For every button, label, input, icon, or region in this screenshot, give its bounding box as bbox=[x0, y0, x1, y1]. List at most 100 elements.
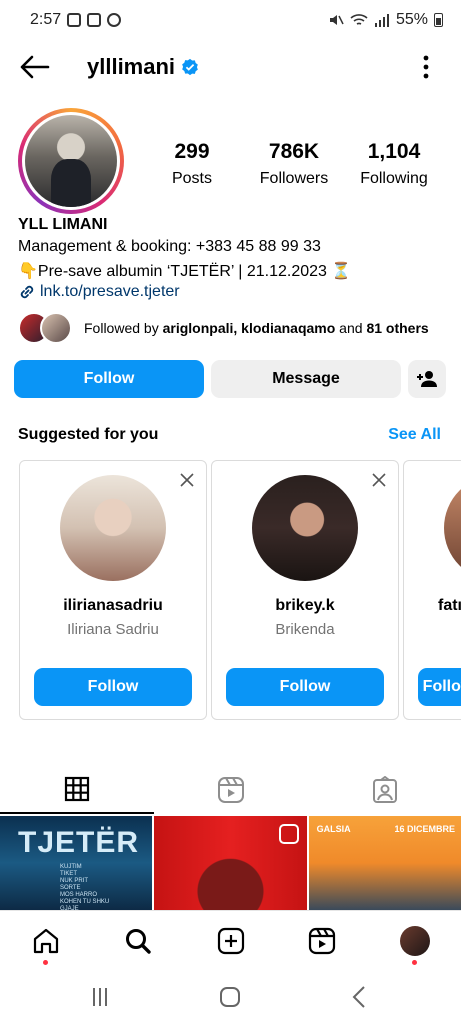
mutual-avatar-2 bbox=[40, 312, 72, 344]
tab-reels[interactable] bbox=[154, 766, 308, 814]
avatar-photo bbox=[25, 115, 117, 207]
signal-icon bbox=[374, 14, 389, 27]
more-options-icon[interactable] bbox=[421, 54, 431, 80]
gallery-icon bbox=[67, 13, 82, 27]
recent-apps-icon[interactable] bbox=[86, 984, 114, 1010]
following-count: 1,104 bbox=[367, 140, 421, 163]
followed-by-row[interactable]: Followed by ariglonpali, klodianaqamo an… bbox=[18, 312, 429, 344]
suggested-name: Brikenda bbox=[275, 621, 335, 638]
avatar-border bbox=[22, 112, 120, 210]
point-down-emoji: 👇 bbox=[18, 263, 38, 280]
suggested-username[interactable]: ilirianasadriu bbox=[20, 597, 206, 615]
stat-followers[interactable]: 786K Followers bbox=[254, 140, 334, 188]
suggested-follow-button[interactable]: Follow bbox=[34, 668, 192, 706]
followed-by-prefix: Followed by bbox=[84, 320, 163, 336]
message-button[interactable]: Message bbox=[211, 360, 401, 398]
mutual-avatars bbox=[18, 312, 74, 344]
bio-line-2: 👇Pre-save albumin ‘TJETËR’ | 21.12.2023 … bbox=[18, 261, 351, 281]
post-thumbnail[interactable]: GALSIA 16 DICEMBRE bbox=[308, 816, 461, 910]
post-thumbnail[interactable] bbox=[154, 816, 307, 910]
hourglass-emoji: ⏳ bbox=[331, 263, 352, 280]
battery-percent: 55% bbox=[395, 11, 428, 28]
followers-count: 786K bbox=[268, 140, 320, 163]
status-bar: 2:57 55% bbox=[0, 0, 461, 40]
instagram-icon bbox=[87, 13, 102, 27]
nav-search[interactable] bbox=[118, 921, 158, 961]
suggested-avatar[interactable] bbox=[444, 475, 461, 581]
nav-profile[interactable] bbox=[395, 921, 435, 965]
suggested-follow-button[interactable]: Follow bbox=[418, 668, 461, 706]
stat-posts[interactable]: 299 Posts bbox=[156, 140, 228, 188]
suggested-avatar[interactable] bbox=[60, 475, 166, 581]
tab-grid[interactable] bbox=[0, 766, 154, 814]
bio-line-2-text: Pre-save albumin ‘TJETËR’ | 21.12.2023 bbox=[37, 263, 332, 280]
suggested-username[interactable]: fatı bbox=[438, 597, 461, 615]
battery-icon bbox=[434, 13, 443, 27]
header-username: ylllimani bbox=[87, 54, 176, 79]
followed-by-and: and bbox=[335, 320, 367, 336]
close-icon[interactable] bbox=[178, 471, 196, 489]
suggested-card[interactable]: brikey.k Brikenda Follow bbox=[211, 460, 399, 720]
tagged-icon bbox=[373, 776, 397, 803]
bottom-nav bbox=[0, 910, 461, 968]
suggest-users-button[interactable] bbox=[408, 360, 446, 398]
back-arrow-icon[interactable] bbox=[18, 52, 50, 82]
bio-link[interactable]: lnk.to/presave.tjeter bbox=[18, 283, 180, 301]
nav-create[interactable] bbox=[211, 921, 251, 961]
create-icon bbox=[217, 927, 245, 955]
see-all-link[interactable]: See All bbox=[388, 426, 441, 444]
post-thumbnail[interactable]: TJETËR KUJTIM TIKET NUK PRIT SORTE MOS H… bbox=[0, 816, 153, 910]
facebook-icon bbox=[107, 13, 122, 27]
posts-label: Posts bbox=[171, 170, 212, 187]
stat-following[interactable]: 1,104 Following bbox=[354, 140, 434, 188]
bio-link-text: lnk.to/presave.tjeter bbox=[40, 283, 180, 300]
suggested-name: Iliriana Sadriu bbox=[67, 621, 159, 638]
suggested-card[interactable]: ilirianasadriu Iliriana Sadriu Follow bbox=[19, 460, 207, 720]
system-nav-bar bbox=[0, 970, 461, 1024]
home-icon bbox=[33, 928, 59, 954]
notification-dot bbox=[43, 960, 48, 965]
back-button-icon[interactable] bbox=[346, 984, 374, 1010]
bio-line-1: Management & booking: +383 45 88 99 33 bbox=[18, 238, 321, 255]
profile-header: ylllimani bbox=[0, 44, 461, 90]
display-name: YLL LIMANI bbox=[18, 216, 108, 233]
close-icon[interactable] bbox=[370, 471, 388, 489]
reels-nav-icon bbox=[308, 927, 336, 955]
status-time: 2:57 bbox=[30, 11, 62, 28]
post-date-text: 16 DICEMBRE bbox=[394, 824, 455, 834]
suggested-follow-button[interactable]: Follow bbox=[226, 668, 384, 706]
post-tracklist: KUJTIM TIKET NUK PRIT SORTE MOS HARRO KO… bbox=[60, 864, 110, 910]
grid-icon bbox=[64, 776, 90, 802]
search-icon bbox=[126, 929, 151, 954]
tab-tagged[interactable] bbox=[308, 766, 461, 814]
followed-by-text: Followed by ariglonpali, klodianaqamo an… bbox=[84, 320, 429, 336]
suggested-username[interactable]: brikey.k bbox=[212, 597, 398, 615]
post-brand-text: GALSIA bbox=[316, 824, 351, 834]
add-user-icon bbox=[417, 371, 437, 387]
profile-avatar[interactable] bbox=[18, 108, 124, 214]
followers-label: Followers bbox=[259, 170, 329, 187]
profile-tabs bbox=[0, 766, 461, 814]
followed-by-users: ariglonpali, klodianaqamo bbox=[162, 320, 336, 336]
follow-button[interactable]: Follow bbox=[14, 360, 204, 398]
followed-by-others: 81 others bbox=[366, 320, 429, 336]
following-label: Following bbox=[360, 170, 428, 187]
nav-home[interactable] bbox=[26, 921, 66, 965]
suggested-card-partial[interactable]: fatı Follow bbox=[403, 460, 461, 720]
reel-badge-icon bbox=[278, 824, 299, 844]
home-button-icon[interactable] bbox=[216, 984, 244, 1010]
mute-icon bbox=[329, 15, 344, 25]
reels-icon bbox=[218, 777, 244, 803]
link-icon bbox=[20, 285, 34, 299]
nav-reels[interactable] bbox=[302, 921, 342, 961]
username-row: ylllimani bbox=[87, 54, 199, 80]
notification-dot bbox=[412, 960, 417, 965]
wifi-icon bbox=[350, 14, 368, 25]
status-left: 2:57 bbox=[30, 11, 122, 29]
posts-grid: TJETËR KUJTIM TIKET NUK PRIT SORTE MOS H… bbox=[0, 816, 461, 910]
verified-badge-icon bbox=[182, 58, 198, 76]
suggested-title: Suggested for you bbox=[18, 426, 159, 443]
profile-nav-avatar bbox=[400, 926, 430, 956]
suggested-avatar[interactable] bbox=[252, 475, 358, 581]
status-right: 55% bbox=[328, 11, 443, 29]
